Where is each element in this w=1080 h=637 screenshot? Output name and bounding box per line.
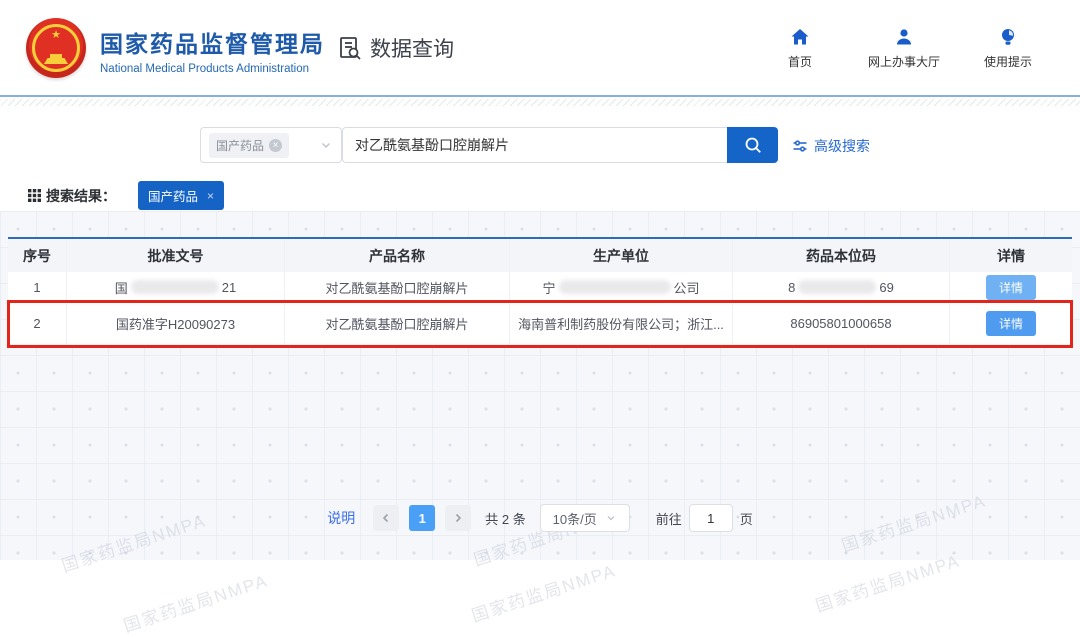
category-tag: 国产药品 × (209, 133, 289, 158)
content-area: 国家药监局NMPA 国家药监局NMPA 国家药监局NMPA 国家药监局NMPA … (0, 211, 1080, 560)
cell-no: 1 (8, 272, 67, 302)
cell-manufacturer: 宁 公司 (510, 272, 733, 302)
cell-manufacturer: 海南普利制药股份有限公司；浙江... (510, 303, 733, 344)
chevron-down-icon (319, 138, 333, 152)
redacted-prefix: 8 (788, 280, 795, 295)
col-header-detail: 详情 (950, 239, 1072, 272)
sliders-icon (792, 138, 808, 154)
nav-usage-tips-label: 使用提示 (984, 53, 1032, 70)
category-tag-label: 国产药品 (216, 137, 264, 154)
results-label: 搜索结果： (46, 186, 116, 206)
col-header-approval-number: 批准文号 (67, 239, 285, 272)
page-header: ★ 国家药品监督管理局 National Medical Products Ad… (0, 0, 1080, 97)
cell-product-name: 对乙酰氨基酚口腔崩解片 (285, 303, 510, 344)
nav-home-label: 首页 (788, 53, 812, 70)
advanced-search-label: 高级搜索 (814, 136, 870, 156)
top-nav: 首页 网上办事大厅 使用提示 (776, 27, 1032, 70)
search-button[interactable] (727, 127, 778, 163)
cell-no: 2 (8, 303, 67, 344)
redacted-suffix: 69 (879, 280, 893, 295)
nav-home[interactable]: 首页 (776, 27, 824, 70)
table-header-row: 序号 批准文号 产品名称 生产单位 药品本位码 详情 (8, 237, 1072, 272)
goto-page-input[interactable] (689, 504, 733, 532)
redacted-prefix: 宁 (542, 278, 555, 297)
goto-page-group: 前往 页 (656, 504, 753, 532)
goto-label: 前往 (656, 509, 682, 528)
cell-detail: 详情 (950, 303, 1072, 344)
prev-page-button[interactable] (373, 505, 399, 531)
redaction-blur (798, 280, 876, 294)
nav-online-service-hall-label: 网上办事大厅 (868, 53, 940, 70)
cell-approval-number: 国药准字H20090273 (67, 303, 285, 344)
search-icon (743, 135, 763, 155)
results-label-group: 搜索结果： (28, 186, 116, 206)
module-title-block: 数据查询 (337, 33, 454, 63)
page-size-select[interactable]: 10条/页 (540, 504, 630, 532)
org-title-block: 国家药品监督管理局 National Medical Products Admi… (100, 25, 325, 75)
page-1-button[interactable]: 1 (409, 505, 435, 531)
redacted-prefix: 国 (115, 278, 128, 297)
col-header-product-name: 产品名称 (285, 239, 510, 272)
watermark-text: 国家药监局NMPA (812, 546, 963, 616)
cell-product-name: 对乙酰氨基酚口腔崩解片 (285, 272, 510, 302)
nmpa-emblem-logo: ★ (26, 18, 86, 78)
home-icon (790, 27, 810, 47)
redacted-suffix: 公司 (674, 278, 700, 297)
col-header-manufacturer: 生产单位 (510, 239, 733, 272)
col-header-no: 序号 (8, 239, 67, 272)
grid-icon (28, 189, 41, 202)
table-row-highlighted: 2 国药准字H20090273 对乙酰氨基酚口腔崩解片 海南普利制药股份有限公司… (8, 303, 1072, 345)
redaction-blur (559, 280, 671, 294)
advanced-search-link[interactable]: 高级搜索 (792, 136, 870, 156)
category-select[interactable]: 国产药品 × (200, 127, 342, 163)
redaction-blur (131, 280, 219, 294)
bulb-icon (998, 27, 1018, 47)
nav-online-service-hall[interactable]: 网上办事大厅 (868, 27, 940, 70)
org-name-zh: 国家药品监督管理局 (100, 25, 325, 59)
cell-detail: 详情 (950, 272, 1072, 302)
next-page-button[interactable] (445, 505, 471, 531)
table-row: 1 国 21 对乙酰氨基酚口腔崩解片 宁 公司 8 69 详情 (8, 272, 1072, 303)
page-size-value: 10条/页 (553, 509, 597, 528)
note-link[interactable]: 说明 (327, 508, 355, 528)
chevron-down-icon (605, 512, 617, 524)
redacted-suffix: 21 (222, 280, 236, 295)
detail-button[interactable]: 详情 (986, 311, 1036, 336)
nav-usage-tips[interactable]: 使用提示 (984, 27, 1032, 70)
data-query-icon (337, 35, 363, 61)
cell-drug-code: 86905801000658 (733, 303, 950, 344)
pagination-bar: 说明 1 共 2 条 10条/页 前往 页 (0, 504, 1080, 532)
module-title: 数据查询 (370, 33, 454, 63)
col-header-drug-code: 药品本位码 (733, 239, 950, 272)
cell-drug-code: 8 69 (733, 272, 950, 302)
watermark-text: 国家药监局NMPA (120, 566, 271, 636)
header-divider-hatch (0, 99, 1080, 106)
filter-tag-domestic-drug[interactable]: 国产药品 × (138, 181, 224, 210)
category-tag-close-icon[interactable]: × (269, 139, 282, 152)
search-input[interactable] (342, 127, 727, 163)
total-count-text: 共 2 条 (485, 509, 525, 528)
filter-tag-label: 国产药品 (148, 186, 198, 205)
watermark-text: 国家药监局NMPA (468, 556, 619, 626)
filter-tag-close-icon[interactable]: × (207, 189, 214, 203)
user-icon (894, 27, 914, 47)
results-bar: 搜索结果： 国产药品 × (0, 180, 1080, 211)
results-table: 序号 批准文号 产品名称 生产单位 药品本位码 详情 1 国 21 对乙酰氨基酚… (8, 237, 1072, 345)
detail-button[interactable]: 详情 (986, 275, 1036, 300)
org-name-en: National Medical Products Administration (100, 63, 325, 75)
cell-approval-number: 国 21 (67, 272, 285, 302)
page-unit-label: 页 (740, 509, 753, 528)
